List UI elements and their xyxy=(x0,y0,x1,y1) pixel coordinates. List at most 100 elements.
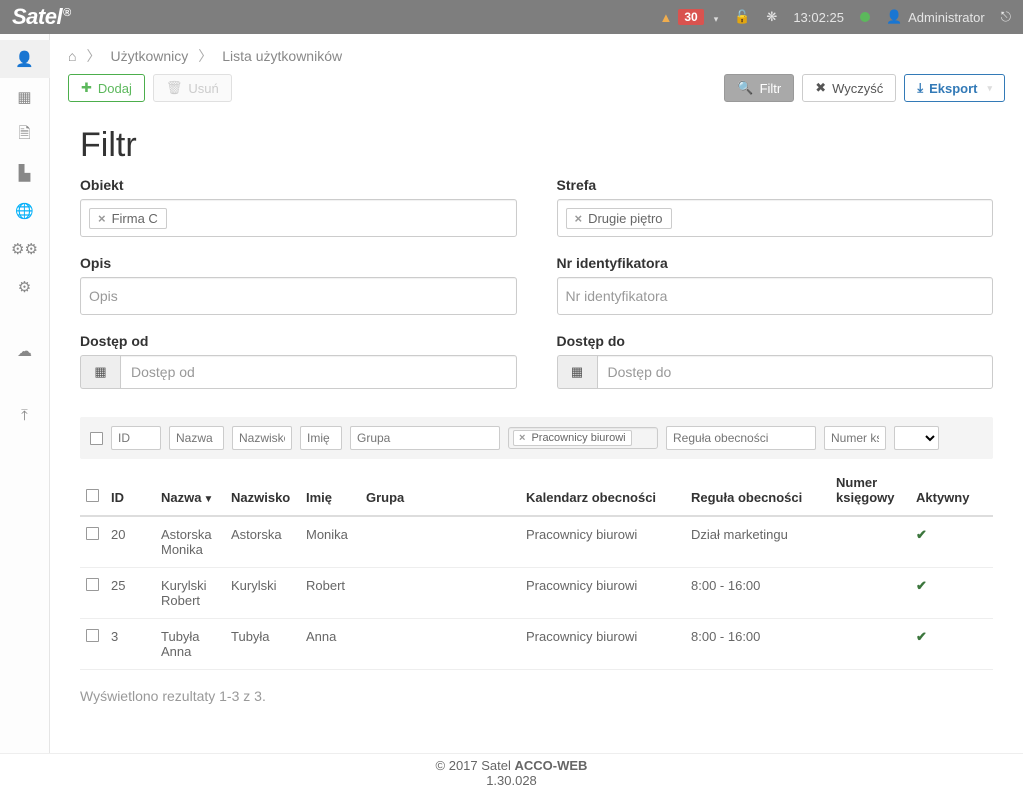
calendar-icon[interactable]: ▦ xyxy=(557,355,597,389)
sidebar-item-reports[interactable]: 🗎 xyxy=(0,116,50,154)
globe-icon: 🌐 xyxy=(15,202,34,220)
breadcrumb-users[interactable]: Użytkownicy xyxy=(110,48,188,64)
check-icon: ✔ xyxy=(916,629,927,644)
calendar-icon: ▦ xyxy=(17,88,31,106)
alerts-indicator[interactable]: ▲ 30 xyxy=(659,9,718,25)
cell-aktywny: ✔ xyxy=(910,568,993,619)
main-content: ⌂ 〉 Użytkownicy 〉 Lista użytkowników ✚ D… xyxy=(50,34,1023,753)
file-icon: 🗎 xyxy=(18,123,30,148)
alert-badge: 30 xyxy=(678,9,703,25)
home-icon[interactable]: ⌂ xyxy=(68,48,76,64)
col-filter-nazwisko[interactable] xyxy=(232,426,292,450)
results-count: Wyświetlono rezultaty 1-3 z 3. xyxy=(80,688,993,704)
structure-icon: ▙ xyxy=(19,164,31,182)
label-nrid: Nr identyfikatora xyxy=(557,255,994,271)
calendar-icon[interactable]: ▦ xyxy=(80,355,120,389)
label-od: Dostęp od xyxy=(80,333,517,349)
cell-reg: 8:00 - 16:00 xyxy=(685,619,830,670)
row-checkbox[interactable] xyxy=(86,629,99,642)
opis-field[interactable] xyxy=(80,277,517,315)
dostep-do-input[interactable] xyxy=(597,355,994,389)
th-nazwa[interactable]: Nazwa▼ xyxy=(155,465,225,516)
user-icon: 👤 xyxy=(15,50,34,68)
label-obiekt: Obiekt xyxy=(80,177,517,193)
cell-nazwa: TubyłaAnna xyxy=(155,619,225,670)
col-filter-kalendarz[interactable]: × Pracownicy biurowi xyxy=(508,427,658,449)
cloud-icon: ☁ xyxy=(17,342,32,360)
cell-id: 25 xyxy=(105,568,155,619)
user-menu[interactable]: 👤 Administrator xyxy=(886,9,985,25)
chevron-down-icon xyxy=(710,10,719,25)
th-imie[interactable]: Imię xyxy=(300,465,360,516)
sidebar-item-structure[interactable]: ▙ xyxy=(0,154,50,192)
sidebar: 👤 ▦ 🗎 ▙ 🌐 ⚙⚙ ⚙ ☁ ⤒ xyxy=(0,34,50,753)
upload-icon: ⤒ xyxy=(21,407,28,424)
col-filter-imie[interactable] xyxy=(300,426,342,450)
remove-tag-icon[interactable]: × xyxy=(575,211,583,226)
cell-id: 20 xyxy=(105,516,155,568)
strefa-field[interactable]: × Drugie piętro xyxy=(557,199,994,237)
col-filter-nazwa[interactable] xyxy=(169,426,224,450)
th-kal[interactable]: Kalendarz obecności xyxy=(520,465,685,516)
gears-icon: ⚙⚙ xyxy=(11,240,38,258)
select-all-checkbox[interactable] xyxy=(86,489,99,502)
row-checkbox[interactable] xyxy=(86,578,99,591)
th-nazwisko[interactable]: Nazwisko xyxy=(225,465,300,516)
table-row[interactable]: 3TubyłaAnnaTubyłaAnnaPracownicy biurowi8… xyxy=(80,619,993,670)
th-reg[interactable]: Reguła obecności xyxy=(685,465,830,516)
table-row[interactable]: 25KurylskiRobertKurylskiRobertPracownicy… xyxy=(80,568,993,619)
remove-tag-icon[interactable]: × xyxy=(519,432,525,444)
unlock-icon[interactable]: 🔓 xyxy=(734,9,750,25)
col-filter-id[interactable] xyxy=(111,426,161,450)
column-filters: × Pracownicy biurowi xyxy=(80,417,993,459)
col-filter-grupa[interactable] xyxy=(350,426,500,450)
col-filter-aktywny[interactable] xyxy=(894,426,939,450)
filter-button[interactable]: 🔍 Filtr xyxy=(724,74,794,102)
cell-aktywny: ✔ xyxy=(910,516,993,568)
sidebar-item-cloud[interactable]: ☁ xyxy=(0,332,50,370)
column-checkbox[interactable] xyxy=(90,432,103,445)
obiekt-tag[interactable]: × Firma C xyxy=(89,208,167,229)
export-button[interactable]: ⤓ Eksport xyxy=(904,74,1005,102)
col-filter-regula[interactable] xyxy=(666,426,816,450)
col-filter-numer[interactable] xyxy=(824,426,886,450)
th-grupa[interactable]: Grupa xyxy=(360,465,520,516)
cell-nazwa: AstorskaMonika xyxy=(155,516,225,568)
sidebar-item-upload[interactable]: ⤒ xyxy=(0,396,50,434)
filter-title: Filtr xyxy=(80,126,993,165)
cell-num xyxy=(830,568,910,619)
gear-icon: ⚙ xyxy=(18,278,31,296)
add-button[interactable]: ✚ Dodaj xyxy=(68,74,145,102)
opis-input[interactable] xyxy=(89,288,508,304)
delete-button: 🗑 Usuń xyxy=(153,74,232,102)
obiekt-field[interactable]: × Firma C xyxy=(80,199,517,237)
clear-button[interactable]: ✖ Wyczyść xyxy=(802,74,896,102)
remove-tag-icon[interactable]: × xyxy=(98,211,106,226)
cell-nazwa: KurylskiRobert xyxy=(155,568,225,619)
cell-reg: 8:00 - 16:00 xyxy=(685,568,830,619)
sidebar-item-globe[interactable]: 🌐 xyxy=(0,192,50,230)
nrid-input[interactable] xyxy=(566,288,985,304)
cell-num xyxy=(830,619,910,670)
sidebar-item-settings[interactable]: ⚙ xyxy=(0,268,50,306)
logout-button[interactable]: ⎋ xyxy=(1001,9,1011,25)
sidebar-item-users[interactable]: 👤 xyxy=(0,40,50,78)
row-checkbox[interactable] xyxy=(86,527,99,540)
th-num[interactable]: Numer księgowy xyxy=(830,465,910,516)
cell-nazwisko: Kurylski xyxy=(225,568,300,619)
th-id[interactable]: ID xyxy=(105,465,155,516)
cell-imie: Robert xyxy=(300,568,360,619)
check-icon: ✔ xyxy=(916,527,927,542)
actions-row: ✚ Dodaj 🗑 Usuń 🔍 Filtr ✖ Wyczyść ⤓ Ekspo… xyxy=(50,74,1023,110)
search-icon: 🔍 xyxy=(737,80,753,96)
sidebar-item-settings-multi[interactable]: ⚙⚙ xyxy=(0,230,50,268)
sidebar-item-calendar[interactable]: ▦ xyxy=(0,78,50,116)
warning-icon: ▲ xyxy=(659,10,672,25)
table-row[interactable]: 20AstorskaMonikaAstorskaMonikaPracownicy… xyxy=(80,516,993,568)
snowflake-icon[interactable]: ❋ xyxy=(766,9,777,25)
dostep-od-input[interactable] xyxy=(120,355,517,389)
strefa-tag[interactable]: × Drugie piętro xyxy=(566,208,672,229)
th-aktywny[interactable]: Aktywny xyxy=(910,465,993,516)
breadcrumb-list: Lista użytkowników xyxy=(222,48,342,64)
nrid-field[interactable] xyxy=(557,277,994,315)
